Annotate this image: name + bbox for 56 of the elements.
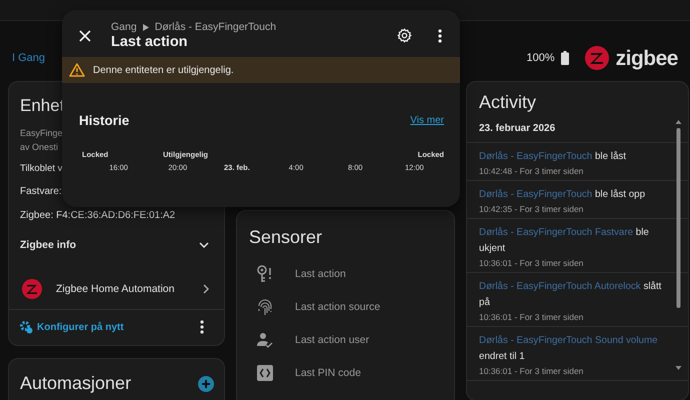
sensor-name[interactable]: Last action <box>295 268 346 280</box>
zigbee-info-toggle[interactable]: Zigbee info <box>9 225 224 265</box>
activity-message: Dørlås - EasyFingerTouch ble låst <box>479 150 628 164</box>
device-info-line: Tilkoblet v <box>19 162 64 176</box>
battery-icon <box>560 51 569 65</box>
area-link[interactable]: I Gang <box>12 52 46 64</box>
entity-link[interactable]: Dørlås - EasyFingerTouch Fastvare <box>479 227 634 238</box>
zigbee-logo-icon <box>22 279 42 299</box>
sensor-name[interactable]: Last PIN code <box>295 367 361 379</box>
breadcrumb-item: Gang <box>111 21 137 33</box>
code-icon <box>255 365 275 381</box>
activity-time: 10:36:01 - For 3 timer siden <box>479 366 584 376</box>
reconfigure-button[interactable]: Konfigurer på nytt <box>19 320 124 334</box>
settings-icon[interactable] <box>397 28 412 43</box>
chevron-down-icon <box>199 242 209 248</box>
card-title: Automasjoner <box>20 373 132 394</box>
activity-message: Dørlås - EasyFingerTouch Autorelock slått på <box>479 280 662 310</box>
sensor-name[interactable]: Last action user <box>295 334 370 346</box>
zigbee-logo-icon <box>584 46 609 70</box>
integration-name: Zigbee Home Automation <box>56 283 176 295</box>
entity-link[interactable]: Dørlås - EasyFingerTouch Sound volume <box>479 335 658 346</box>
activity-message: Dørlås - EasyFingerTouch ble låst opp <box>479 188 646 202</box>
activity-time: 10:42:35 - For 3 timer siden <box>479 204 584 214</box>
breadcrumb-item: Dørlås - EasyFingerTouch <box>154 21 276 33</box>
activity-message: Dørlås - EasyFingerTouch Fastvare ble ukjent <box>479 226 650 256</box>
show-more-link[interactable]: Vis mer <box>410 115 444 126</box>
integration-row[interactable]: Zigbee Home Automation <box>9 265 224 310</box>
chevron-right-icon <box>203 284 209 294</box>
close-icon[interactable] <box>79 30 91 42</box>
entity-link[interactable]: Dørlås - EasyFingerTouch <box>479 189 592 200</box>
section-title: Historie <box>79 113 130 128</box>
scrollbar[interactable] <box>675 120 682 370</box>
card-title: Sensorer <box>248 227 324 249</box>
gear-icon <box>19 320 33 334</box>
activity-time: 10:36:01 - For 3 timer siden <box>479 312 584 322</box>
warning-text: Denne entiteten er utilgjengelig. <box>93 64 234 76</box>
brand-name: zigbee <box>616 48 678 68</box>
entity-link[interactable]: Dørlås - EasyFingerTouch <box>479 151 592 162</box>
activity-time: 10:42:48 - For 3 timer siden <box>479 166 584 176</box>
user-check-icon <box>255 332 275 348</box>
activity-message: Dørlås - EasyFingerTouch Sound volume endret til 1 <box>479 334 659 364</box>
activity-time: 10:36:01 - For 3 timer siden <box>479 258 584 268</box>
device-info-line: EasyFinge <box>19 127 64 140</box>
add-icon[interactable] <box>198 376 214 392</box>
warning-icon <box>69 63 85 77</box>
more-menu-icon[interactable] <box>438 28 442 42</box>
card-title: Activity <box>478 92 538 114</box>
battery-level: 100% <box>526 52 555 64</box>
separator-icon <box>142 24 149 30</box>
dialog-title: Last action <box>111 34 189 50</box>
entity-link[interactable]: Dørlås - EasyFingerTouch Autorelock <box>479 281 641 292</box>
sensor-name[interactable]: Last action source <box>295 301 380 313</box>
device-info-line: Zigbee: F4:CE:36:AD:D6:FE:01:A2 <box>19 209 176 223</box>
device-info-line: av Onesti <box>19 141 60 154</box>
more-menu-icon[interactable] <box>200 320 204 334</box>
device-info-line: Fastvare: <box>19 185 63 199</box>
